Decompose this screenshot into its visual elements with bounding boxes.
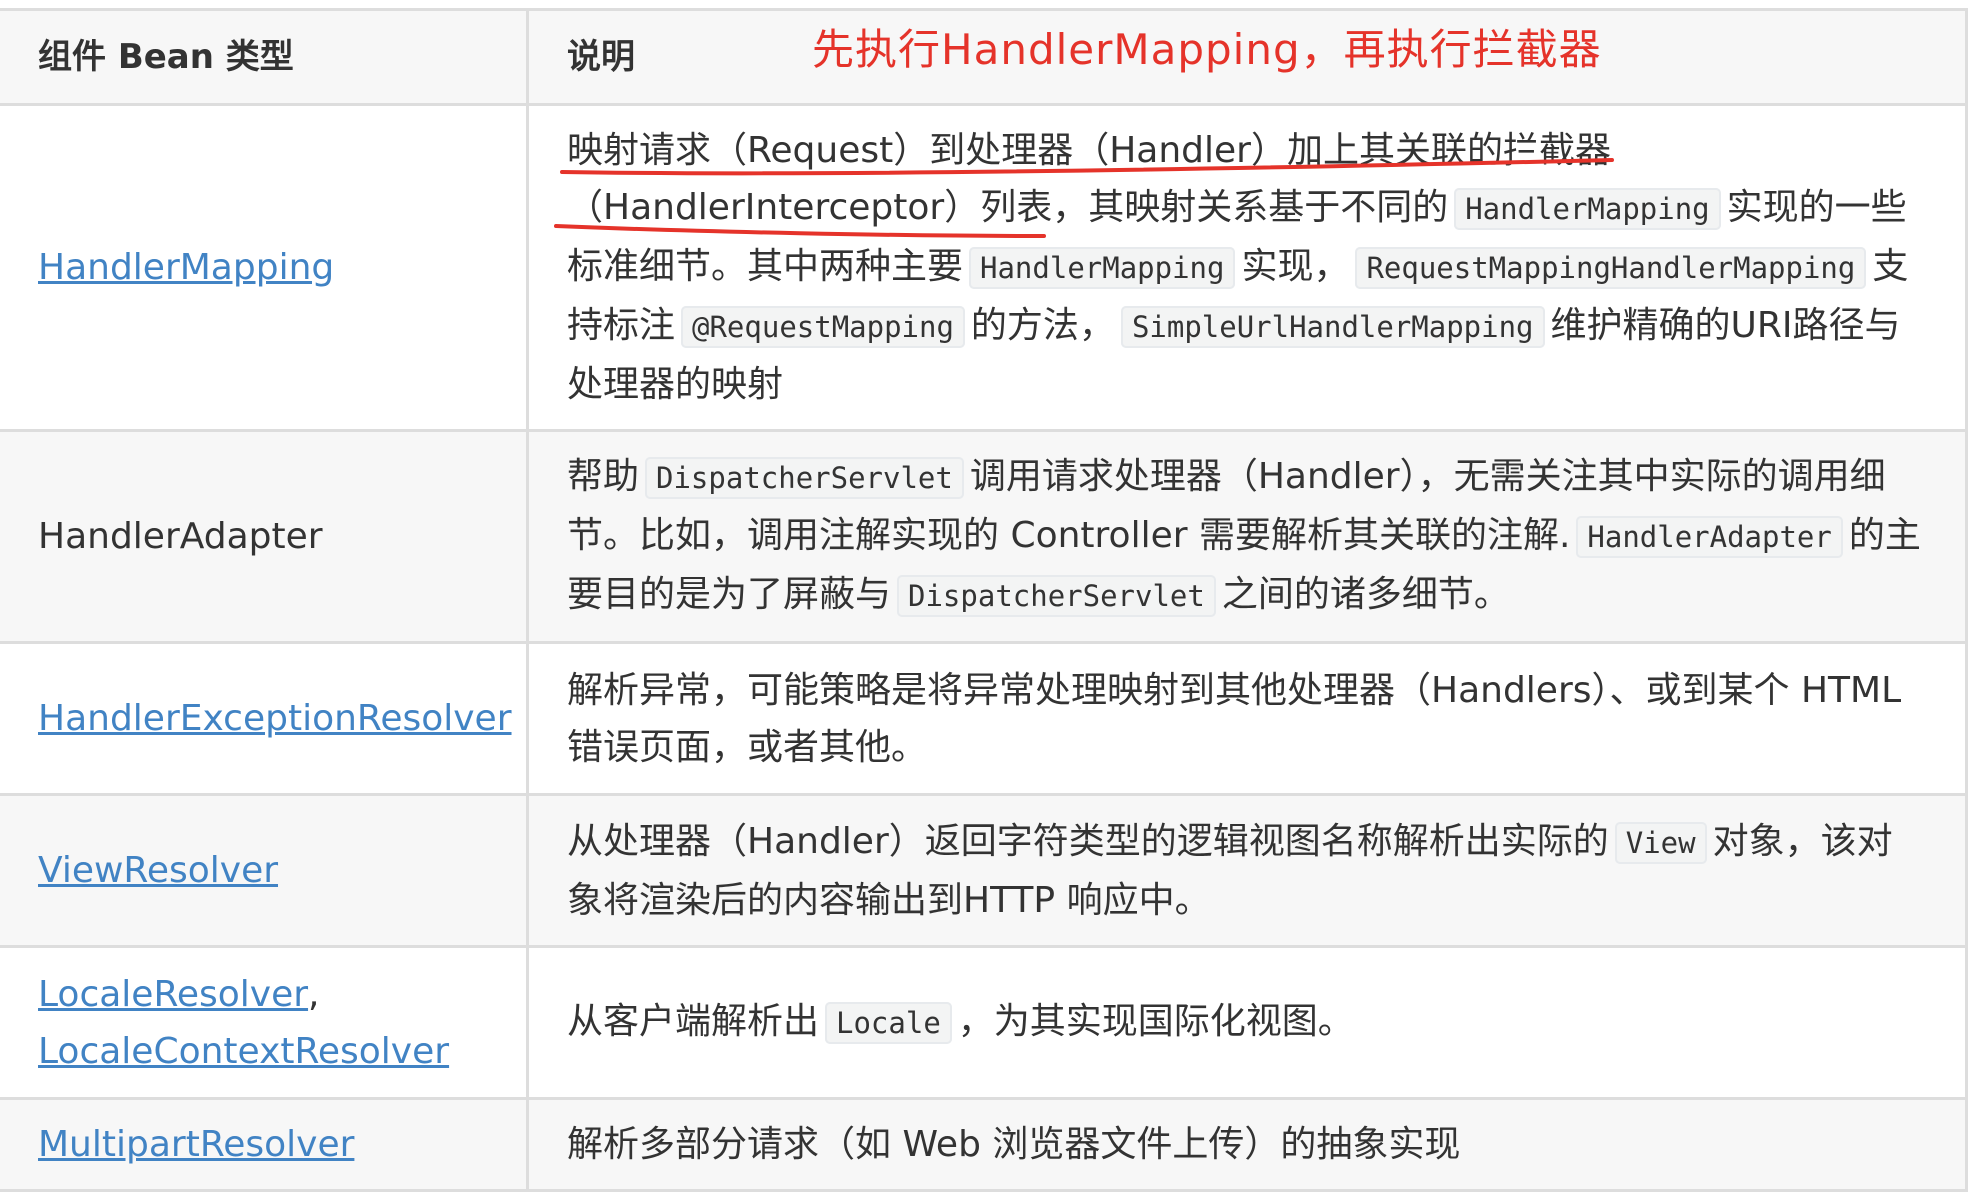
type-link-view-resolver[interactable]: ViewResolver [38, 850, 278, 891]
table-row: MultipartResolver 解析多部分请求（如 Web 浏览器文件上传）… [0, 1097, 1968, 1192]
inline-code: @RequestMapping [681, 306, 965, 348]
desc-text: 从客户端解析出 [567, 1001, 820, 1042]
type-separator: , [308, 973, 320, 1015]
type-cell: LocaleResolver, LocaleContextResolver [0, 945, 528, 1100]
table-row: HandlerExceptionResolver 解析异常，可能策略是将异常处理… [0, 641, 1968, 796]
desc-text: 实现， [1241, 246, 1350, 287]
desc-cell: 解析异常，可能策略是将异常处理映射到其他处理器（Handlers）、或到某个 H… [526, 641, 1968, 796]
desc-cell: 从处理器（Handler）返回字符类型的逻辑视图名称解析出实际的 View 对象，该… [526, 793, 1968, 948]
inline-code: View [1614, 821, 1707, 864]
type-link-handler-mapping[interactable]: HandlerMapping [38, 247, 334, 288]
type-link-locale-context-resolver[interactable]: LocaleContextResolver [38, 1031, 449, 1072]
inline-code: HandlerMapping [1454, 188, 1721, 230]
inline-code: RequestMappingHandlerMapping [1355, 247, 1867, 289]
type-link-multipart-resolver[interactable]: MultipartResolver [38, 1124, 354, 1165]
inline-code: Locale [825, 1002, 952, 1044]
type-link-locale-resolver[interactable]: LocaleResolver [38, 974, 308, 1015]
desc-text: 解析异常，可能策略是将异常处理映射到其他处理器（Handlers）、或到某个 H… [567, 669, 1902, 768]
page: 组件 Bean 类型 说明 HandlerMapping 映射请求（Reques… [0, 0, 1972, 1200]
table-row: HandlerMapping 映射请求（Request）到处理器（Handler… [0, 103, 1968, 432]
table-row: ViewResolver 从处理器（Handler）返回字符类型的逻辑视图名称解… [0, 793, 1968, 948]
inline-code: DispatcherServlet [645, 457, 964, 499]
desc-cell: 从客户端解析出 Locale ，为其实现国际化视图。 [526, 945, 1968, 1100]
type-link-handler-exception-resolver[interactable]: HandlerExceptionResolver [38, 698, 512, 739]
type-cell: HandlerMapping [0, 103, 528, 432]
component-bean-table: 组件 Bean 类型 说明 HandlerMapping 映射请求（Reques… [0, 8, 1968, 1192]
type-cell: MultipartResolver [0, 1097, 528, 1192]
desc-text: 解析多部分请求（如 Web 浏览器文件上传）的抽象实现 [567, 1124, 1461, 1165]
handwritten-annotation-note: 先执行HandlerMapping，再执行拦截器 [812, 25, 1602, 74]
type-cell: HandlerExceptionResolver [0, 641, 528, 796]
type-label-handler-adapter: HandlerAdapter [38, 516, 323, 557]
inline-code: HandlerMapping [969, 247, 1236, 289]
desc-cell: 帮助 DispatcherServlet 调用请求处理器（Handler），无需关注… [526, 429, 1968, 644]
header-type: 组件 Bean 类型 [0, 8, 528, 106]
table-row: HandlerAdapter 帮助 DispatcherServlet 调用请求处理… [0, 429, 1968, 644]
desc-text: 帮助 [567, 456, 640, 497]
desc-cell: 解析多部分请求（如 Web 浏览器文件上传）的抽象实现 [526, 1097, 1968, 1192]
desc-text: 的方法， [970, 305, 1115, 346]
inline-code: SimpleUrlHandlerMapping [1120, 306, 1545, 348]
desc-cell: 映射请求（Request）到处理器（Handler）加上其关联的拦截器（Hand… [526, 103, 1968, 432]
inline-code: HandlerAdapter [1576, 516, 1843, 558]
desc-text: 之间的诸多细节。 [1221, 574, 1510, 615]
type-cell: ViewResolver [0, 793, 528, 948]
desc-text: 从处理器（Handler）返回字符类型的逻辑视图名称解析出实际的 [567, 820, 1609, 862]
type-cell: HandlerAdapter [0, 429, 528, 644]
table-row: LocaleResolver, LocaleContextResolver 从客户… [0, 945, 1968, 1100]
inline-code: DispatcherServlet [897, 575, 1216, 617]
desc-text: ，为其实现国际化视图。 [957, 1001, 1354, 1042]
